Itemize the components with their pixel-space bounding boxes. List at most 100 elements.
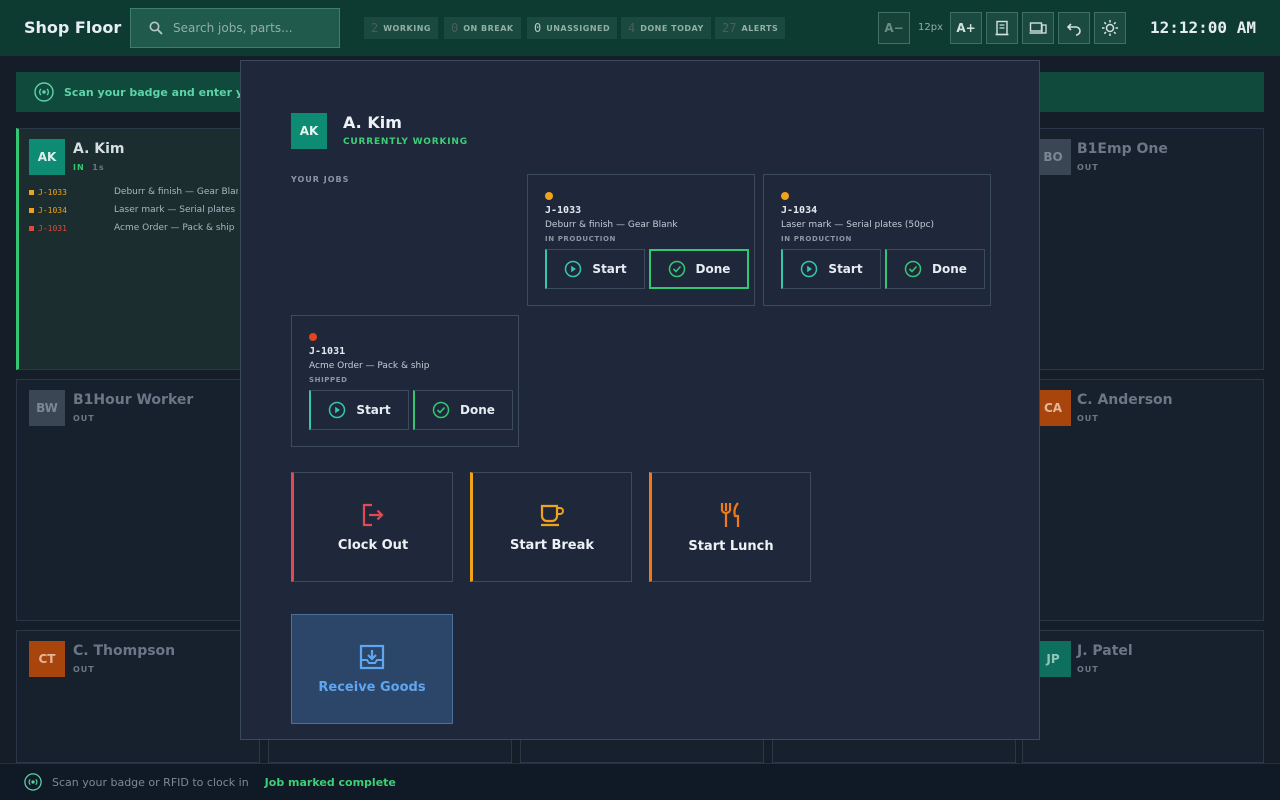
- employee-name: A. Kim: [343, 113, 402, 132]
- done-job-button[interactable]: Done: [649, 249, 749, 289]
- rfid-icon: [34, 82, 54, 102]
- devices-button[interactable]: [1022, 12, 1054, 44]
- start-break-button[interactable]: Start Break: [470, 472, 632, 582]
- job-description: Deburr & finish — Gear Blank: [545, 220, 678, 230]
- stat-count: 0: [451, 21, 459, 35]
- receipt-button[interactable]: [986, 12, 1018, 44]
- job-status-marker: [29, 225, 34, 231]
- job-status-dot: [309, 333, 317, 341]
- avatar: AK: [29, 139, 65, 175]
- stat-count: 4: [628, 21, 636, 35]
- employee-state: CURRENTLY WORKING: [343, 137, 468, 147]
- font-increase-button[interactable]: A+: [950, 12, 982, 44]
- avatar: BO: [1035, 139, 1071, 175]
- stat-label: UNASSIGNED: [546, 23, 611, 33]
- top-bar: Shop Floor 2 WORKING 0 ON BREAK 0 UNASSIGNE…: [0, 0, 1280, 56]
- stat-alerts[interactable]: 27 ALERTS: [715, 17, 786, 39]
- app-title: Shop Floor: [24, 18, 122, 37]
- devices-icon: [1029, 22, 1047, 34]
- job-status-marker: [29, 189, 34, 195]
- job-id: J-1031: [38, 223, 67, 233]
- start-job-button[interactable]: Start: [545, 249, 645, 289]
- job-description: Acme Order — Pack & ship: [114, 223, 235, 233]
- done-job-button[interactable]: Done: [885, 249, 985, 289]
- stat-label: ALERTS: [741, 23, 779, 33]
- job-id: J-1034: [38, 205, 67, 215]
- avatar: AK: [291, 113, 327, 149]
- job-id: J-1031: [309, 346, 346, 357]
- job-state: IN PRODUCTION: [545, 235, 616, 243]
- font-decrease-button[interactable]: A−: [878, 12, 910, 44]
- done-job-button[interactable]: Done: [413, 390, 513, 430]
- button-label: Start Break: [509, 537, 595, 553]
- employee-name: A. Kim: [73, 141, 125, 157]
- start-job-button[interactable]: Start: [309, 390, 409, 430]
- button-label: Receive Goods: [318, 679, 426, 695]
- employee-card[interactable]: BW B1Hour Worker OUT: [16, 379, 260, 621]
- employee-name: B1Emp One: [1077, 141, 1168, 157]
- employee-name: C. Thompson: [73, 643, 176, 659]
- employee-card[interactable]: BO B1Emp One OUT: [1022, 128, 1264, 370]
- utensils-icon: [720, 501, 740, 527]
- avatar: JP: [1035, 641, 1071, 677]
- play-icon: [801, 260, 818, 278]
- receive-goods-button[interactable]: Receive Goods: [291, 614, 453, 724]
- employee-card[interactable]: AK A. Kim IN 1s J-1033 Deburr & finish — …: [16, 128, 260, 370]
- employee-card[interactable]: JP J. Patel OUT: [1022, 630, 1264, 763]
- inbox-download-icon: [359, 644, 385, 669]
- check-circle-icon: [432, 401, 450, 419]
- undo-icon: [1066, 23, 1081, 36]
- stat-on-break[interactable]: 0 ON BREAK: [444, 17, 521, 39]
- start-lunch-button[interactable]: Start Lunch: [649, 472, 811, 582]
- check-circle-icon: [904, 260, 922, 278]
- employee-name: B1Hour Worker: [73, 392, 194, 408]
- clock-out-button[interactable]: Clock Out: [291, 472, 453, 582]
- job-id: J-1033: [545, 205, 582, 216]
- rfid-icon: [24, 773, 42, 791]
- stat-unassigned[interactable]: 0 UNASSIGNED: [527, 17, 618, 39]
- theme-toggle-button[interactable]: [1094, 12, 1126, 44]
- employee-status: OUT: [1077, 163, 1099, 172]
- job-card: J-1034 Laser mark — Serial plates (50pc)…: [763, 174, 991, 306]
- stat-done-today[interactable]: 4 DONE TODAY: [621, 17, 711, 39]
- employee-status: OUT: [1077, 414, 1099, 423]
- employee-status: OUT: [73, 414, 95, 423]
- stat-count: 2: [371, 21, 379, 35]
- play-icon: [329, 401, 346, 419]
- button-label: Done: [932, 262, 967, 276]
- stat-label: ON BREAK: [463, 23, 514, 33]
- job-card: J-1031 Acme Order — Pack & ship SHIPPED …: [291, 315, 519, 447]
- status-time: 1s: [92, 163, 105, 172]
- job-status-marker: [29, 207, 34, 213]
- clock: 12:12:00 AM: [1150, 18, 1256, 37]
- job-card: J-1033 Deburr & finish — Gear Blank IN P…: [527, 174, 755, 306]
- toast-message: Job marked complete: [264, 775, 396, 789]
- employee-name: J. Patel: [1077, 643, 1133, 659]
- job-list: J-1033 Deburr & finish — Gear Blank J-103…: [29, 187, 238, 241]
- search-input[interactable]: [173, 21, 333, 35]
- employee-name: C. Anderson: [1077, 392, 1173, 408]
- job-state: SHIPPED: [309, 376, 348, 384]
- stat-label: DONE TODAY: [640, 23, 704, 33]
- employee-status: IN 1s: [73, 163, 105, 172]
- employee-card[interactable]: CA C. Anderson OUT: [1022, 379, 1264, 621]
- stat-working[interactable]: 2 WORKING: [364, 17, 438, 39]
- list-item[interactable]: J-1034 Laser mark — Serial plates (50pc): [29, 205, 238, 215]
- employee-card[interactable]: CT C. Thompson OUT: [16, 630, 260, 763]
- start-job-button[interactable]: Start: [781, 249, 881, 289]
- undo-button[interactable]: [1058, 12, 1090, 44]
- section-label: YOUR JOBS: [291, 175, 350, 184]
- stat-label: WORKING: [383, 23, 431, 33]
- list-item[interactable]: J-1033 Deburr & finish — Gear Blank: [29, 187, 238, 197]
- job-id: J-1034: [781, 205, 818, 216]
- button-label: Start: [828, 262, 863, 276]
- search-box[interactable]: [130, 8, 340, 48]
- button-label: Done: [460, 403, 495, 417]
- footer-scan-text: Scan your badge or RFID to clock in: [52, 775, 249, 789]
- job-state: IN PRODUCTION: [781, 235, 852, 243]
- sun-icon: [1102, 20, 1118, 36]
- status-in: IN: [73, 163, 85, 172]
- list-item[interactable]: J-1031 Acme Order — Pack & ship: [29, 223, 238, 233]
- check-circle-icon: [668, 260, 685, 278]
- status-footer: Scan your badge or RFID to clock in Job …: [0, 763, 1280, 800]
